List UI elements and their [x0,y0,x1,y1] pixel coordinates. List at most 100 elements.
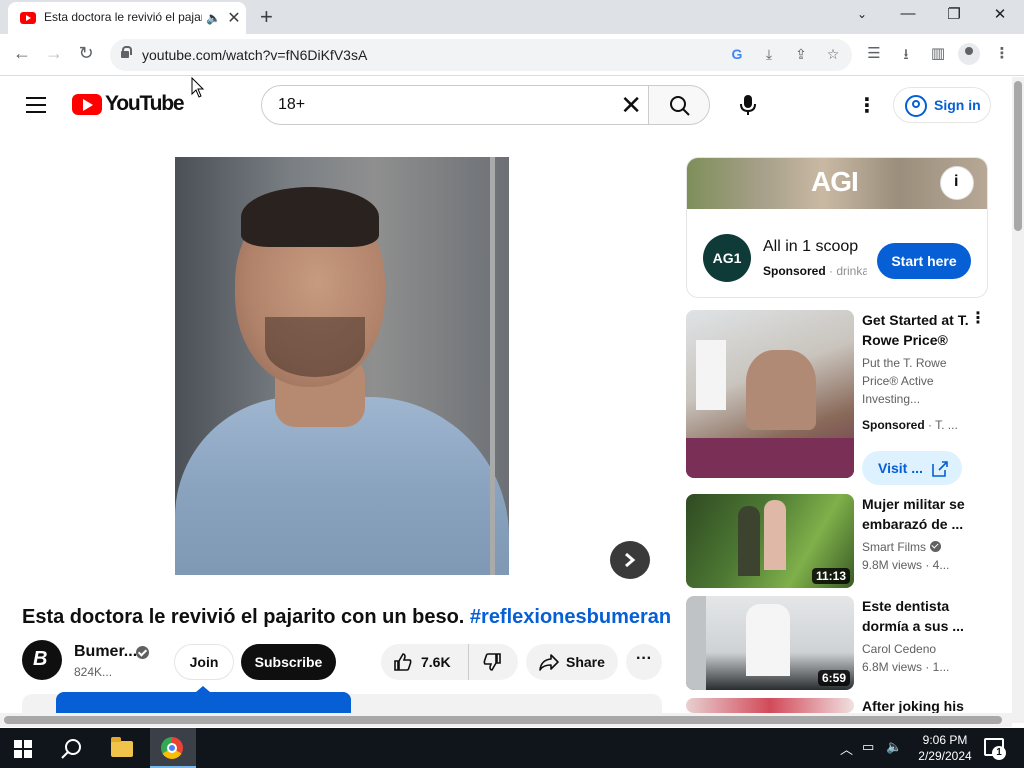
ad-start-here-button[interactable]: Start here [877,243,971,279]
clock-date: 2/29/2024 [918,749,972,763]
speaker-icon[interactable]: 🔈 [206,11,221,25]
next-video-button[interactable] [610,541,650,579]
video-thumbnail[interactable]: 11:13 [686,494,854,588]
media-controls-icon[interactable]: ☰ [864,44,884,62]
chevron-right-icon [625,552,636,568]
close-window-button[interactable]: ✕ [990,5,1010,23]
forward-button[interactable]: → [42,43,66,64]
sidebar-item-video[interactable]: 11:13 Mujer militar se embarazó de ... S… [686,494,986,588]
share-button[interactable]: Share [526,644,618,680]
ad-description-line2: Price® Active [862,374,934,388]
clear-search-icon[interactable]: ✕ [620,90,642,121]
ad-sponsor-line: Sponsored · drinkag1.com [763,264,867,278]
volume-muted-icon[interactable]: 🔈 [886,739,902,755]
video-title: Esta doctora le revivió el pajarito con … [22,606,671,629]
sidebar-ad-card[interactable]: AGI AG1 All in 1 scoop Sponsored · drink… [686,157,988,298]
horizontal-scrollbar-thumb[interactable] [4,716,1002,724]
vertical-scrollbar[interactable] [1012,77,1024,723]
thumbnail-dentist [746,604,790,676]
search-icon [670,96,690,116]
ad-banner-image[interactable]: AGI [687,158,987,209]
channel-name[interactable]: Bumer... [74,643,137,661]
video-frame-beard [265,317,365,377]
chrome-icon[interactable] [161,737,183,759]
sidebar-item-video[interactable]: After joking his [686,698,986,713]
sidebar-item-meta: 9.8M views · 4... [862,558,950,572]
sidebar-item-channel[interactable]: Smart Films [862,538,974,556]
share-label: Share [566,654,605,670]
sidebar-item-title[interactable]: After joking his [862,698,970,713]
join-button[interactable]: Join [174,644,234,680]
account-circle-icon [905,95,927,117]
sidebar-item-trowe-ad[interactable]: Get Started at T. Rowe Price® ⋮ Put the … [686,310,986,485]
video-player[interactable] [175,157,509,575]
video-title-text: Esta doctora le revivió el pajarito con … [22,606,465,628]
youtube-play-icon [72,94,102,115]
sidebar-item-video[interactable]: 6:59 Este dentista dormía a sus ... Caro… [686,596,986,690]
ad-sponsored-label: Sponsored [862,418,925,432]
ad-thumbnail[interactable] [686,310,854,478]
like-button[interactable]: 7.6K [381,644,469,680]
sidebar-item-channel[interactable]: Carol Cedeno [862,640,974,658]
google-lens-icon[interactable]: G [728,46,746,62]
system-clock[interactable]: 9:06 PM 2/29/2024 [918,732,972,764]
sidebar-item-title[interactable]: Este dentista dormía a sus ... [862,596,970,636]
join-tooltip [56,686,351,714]
thumbnail-radiator [696,340,726,410]
sign-in-label: Sign in [934,97,981,113]
thumbs-up-icon [394,653,412,671]
profile-avatar-icon[interactable] [958,43,980,65]
thumbnail-woman [764,500,786,570]
search-button[interactable] [648,85,710,125]
ad-info-icon[interactable] [940,166,974,200]
channel-avatar[interactable] [22,640,62,680]
share-page-icon[interactable]: ⇪ [792,46,810,63]
back-button[interactable]: ← [10,43,34,64]
show-hidden-icons-chevron[interactable]: ︿ [840,739,853,758]
ad-description-line1: Put the T. Rowe [862,356,947,370]
sidebar-item-title[interactable]: Get Started at T. Rowe Price® [862,310,970,350]
reload-button[interactable]: ↻ [74,43,98,64]
external-link-icon [932,461,948,477]
downloads-icon[interactable]: ⭳ [896,44,916,69]
ad-advertiser-logo[interactable]: AG1 [703,234,751,282]
visit-site-button[interactable]: Visit ... [862,451,962,485]
chrome-menu-icon[interactable]: ⋮ [992,44,1012,62]
lock-icon[interactable] [120,46,132,58]
new-tab-button[interactable]: + [260,4,273,30]
tab-search-icon[interactable]: ⌄ [852,7,872,21]
close-tab-icon[interactable]: ✕ [226,8,242,28]
voice-search-button[interactable] [728,85,768,125]
vertical-scrollbar-thumb[interactable] [1014,81,1022,231]
minimize-button[interactable]: — [898,5,918,22]
video-thumbnail[interactable] [686,698,854,713]
install-icon[interactable]: ⤓ [760,46,778,63]
url-text[interactable]: youtube.com/watch?v=fN6DiKfV3sA [142,47,367,63]
sidebar-item-more-icon[interactable]: ⋮ [970,311,986,327]
sign-in-button[interactable]: Sign in [893,87,991,123]
ad-sponsor-name: T. ... [935,418,958,432]
windows-start-icon[interactable] [14,740,32,758]
tab-youtube[interactable]: Esta doctora le revivió el pajarito con … [8,2,246,34]
video-thumbnail[interactable]: 6:59 [686,596,854,690]
verified-badge-icon [136,646,149,659]
hashtag-link[interactable]: #reflexionesbumeran [470,606,671,628]
sidebar-item-title[interactable]: Mujer militar se embarazó de ... [862,494,970,534]
dislike-button[interactable] [470,644,518,680]
ad-headline[interactable]: All in 1 scoop [763,238,858,256]
channel-name: Smart Films [862,540,926,554]
settings-more-icon[interactable]: ⋮ [857,93,877,118]
side-panel-icon[interactable]: ▥ [928,44,948,62]
search-query[interactable]: 18+ [278,96,305,114]
file-explorer-icon[interactable] [111,737,133,757]
youtube-logo-text: YouTube [105,92,185,115]
bookmark-star-icon[interactable]: ☆ [824,46,842,63]
more-actions-button[interactable]: ··· [626,644,662,680]
network-icon[interactable]: ▭ [862,739,874,755]
restore-button[interactable]: ❐ [944,5,964,23]
hamburger-menu-icon[interactable] [26,97,46,118]
search-input[interactable]: 18+ ✕ [261,85,649,125]
horizontal-scrollbar[interactable] [0,713,1012,727]
subscribe-button[interactable]: Subscribe [241,644,336,680]
address-bar[interactable]: youtube.com/watch?v=fN6DiKfV3sA G ⤓ ⇪ ☆ [110,39,852,71]
